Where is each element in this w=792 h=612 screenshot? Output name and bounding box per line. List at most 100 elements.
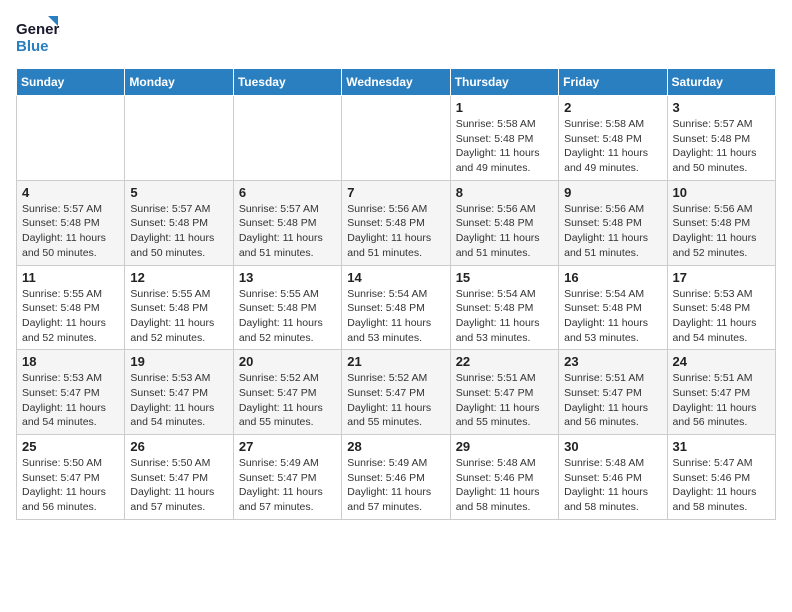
day-info: Sunrise: 5:52 AM Sunset: 5:47 PM Dayligh…	[239, 371, 336, 430]
calendar-cell: 14 Sunrise: 5:54 AM Sunset: 5:48 PM Dayli…	[342, 265, 450, 350]
calendar-cell: 17 Sunrise: 5:53 AM Sunset: 5:48 PM Dayli…	[667, 265, 775, 350]
day-info: Sunrise: 5:56 AM Sunset: 5:48 PM Dayligh…	[564, 202, 661, 261]
calendar-week-row: 4 Sunrise: 5:57 AM Sunset: 5:48 PM Daylig…	[17, 180, 776, 265]
day-of-week-header: Thursday	[450, 69, 558, 96]
day-number: 30	[564, 439, 661, 454]
day-number: 15	[456, 270, 553, 285]
calendar-cell: 24 Sunrise: 5:51 AM Sunset: 5:47 PM Dayli…	[667, 350, 775, 435]
calendar-cell: 29Sunrise: 5:48 AM Sunset: 5:46 PM Dayli…	[450, 435, 558, 520]
day-info: Sunrise: 5:47 AM Sunset: 5:46 PM Dayligh…	[673, 456, 770, 515]
day-number: 16	[564, 270, 661, 285]
calendar-cell: 3Sunrise: 5:57 AM Sunset: 5:48 PM Daylig…	[667, 96, 775, 181]
calendar-cell: 20 Sunrise: 5:52 AM Sunset: 5:47 PM Dayli…	[233, 350, 341, 435]
calendar-cell: 28 Sunrise: 5:49 AM Sunset: 5:46 PM Dayli…	[342, 435, 450, 520]
calendar-cell: 16 Sunrise: 5:54 AM Sunset: 5:48 PM Dayli…	[559, 265, 667, 350]
calendar-cell: 2 Sunrise: 5:58 AM Sunset: 5:48 PM Daylig…	[559, 96, 667, 181]
calendar-cell: 13 Sunrise: 5:55 AM Sunset: 5:48 PM Dayli…	[233, 265, 341, 350]
day-info: Sunrise: 5:56 AM Sunset: 5:48 PM Dayligh…	[347, 202, 444, 261]
day-number: 14	[347, 270, 444, 285]
day-number: 8	[456, 185, 553, 200]
day-info: Sunrise: 5:55 AM Sunset: 5:48 PM Dayligh…	[22, 287, 119, 346]
calendar-cell: 10 Sunrise: 5:56 AM Sunset: 5:48 PM Dayli…	[667, 180, 775, 265]
day-info: Sunrise: 5:48 AM Sunset: 5:46 PM Dayligh…	[564, 456, 661, 515]
day-number: 28	[347, 439, 444, 454]
day-info: Sunrise: 5:53 AM Sunset: 5:47 PM Dayligh…	[130, 371, 227, 430]
day-of-week-header: Friday	[559, 69, 667, 96]
day-number: 10	[673, 185, 770, 200]
calendar-cell	[233, 96, 341, 181]
calendar-cell: 6 Sunrise: 5:57 AM Sunset: 5:48 PM Daylig…	[233, 180, 341, 265]
calendar-cell: 9Sunrise: 5:56 AM Sunset: 5:48 PM Daylig…	[559, 180, 667, 265]
calendar-cell: 7Sunrise: 5:56 AM Sunset: 5:48 PM Daylig…	[342, 180, 450, 265]
day-number: 6	[239, 185, 336, 200]
day-number: 22	[456, 354, 553, 369]
day-number: 23	[564, 354, 661, 369]
day-info: Sunrise: 5:50 AM Sunset: 5:47 PM Dayligh…	[130, 456, 227, 515]
day-info: Sunrise: 5:57 AM Sunset: 5:48 PM Dayligh…	[239, 202, 336, 261]
day-info: Sunrise: 5:55 AM Sunset: 5:48 PM Dayligh…	[130, 287, 227, 346]
day-number: 31	[673, 439, 770, 454]
day-info: Sunrise: 5:56 AM Sunset: 5:48 PM Dayligh…	[673, 202, 770, 261]
day-info: Sunrise: 5:54 AM Sunset: 5:48 PM Dayligh…	[456, 287, 553, 346]
calendar-week-row: 1 Sunrise: 5:58 AM Sunset: 5:48 PM Daylig…	[17, 96, 776, 181]
day-info: Sunrise: 5:51 AM Sunset: 5:47 PM Dayligh…	[456, 371, 553, 430]
day-of-week-header: Wednesday	[342, 69, 450, 96]
calendar-cell: 1 Sunrise: 5:58 AM Sunset: 5:48 PM Daylig…	[450, 96, 558, 181]
day-info: Sunrise: 5:53 AM Sunset: 5:47 PM Dayligh…	[22, 371, 119, 430]
day-number: 2	[564, 100, 661, 115]
calendar-cell	[17, 96, 125, 181]
calendar-cell: 12 Sunrise: 5:55 AM Sunset: 5:48 PM Dayli…	[125, 265, 233, 350]
day-number: 27	[239, 439, 336, 454]
day-number: 17	[673, 270, 770, 285]
calendar-table: SundayMondayTuesdayWednesdayThursdayFrid…	[16, 68, 776, 520]
calendar-cell	[125, 96, 233, 181]
day-info: Sunrise: 5:50 AM Sunset: 5:47 PM Dayligh…	[22, 456, 119, 515]
day-info: Sunrise: 5:53 AM Sunset: 5:48 PM Dayligh…	[673, 287, 770, 346]
day-number: 26	[130, 439, 227, 454]
logo-svg: General Blue	[16, 16, 60, 56]
calendar-cell: 31 Sunrise: 5:47 AM Sunset: 5:46 PM Dayli…	[667, 435, 775, 520]
day-number: 11	[22, 270, 119, 285]
calendar-cell: 18 Sunrise: 5:53 AM Sunset: 5:47 PM Dayli…	[17, 350, 125, 435]
day-of-week-header: Saturday	[667, 69, 775, 96]
calendar-cell: 26 Sunrise: 5:50 AM Sunset: 5:47 PM Dayli…	[125, 435, 233, 520]
day-info: Sunrise: 5:54 AM Sunset: 5:48 PM Dayligh…	[347, 287, 444, 346]
calendar-cell: 8Sunrise: 5:56 AM Sunset: 5:48 PM Daylig…	[450, 180, 558, 265]
calendar-cell: 4Sunrise: 5:57 AM Sunset: 5:48 PM Daylig…	[17, 180, 125, 265]
day-info: Sunrise: 5:54 AM Sunset: 5:48 PM Dayligh…	[564, 287, 661, 346]
day-number: 18	[22, 354, 119, 369]
day-info: Sunrise: 5:55 AM Sunset: 5:48 PM Dayligh…	[239, 287, 336, 346]
day-number: 13	[239, 270, 336, 285]
day-info: Sunrise: 5:51 AM Sunset: 5:47 PM Dayligh…	[673, 371, 770, 430]
calendar-header: SundayMondayTuesdayWednesdayThursdayFrid…	[17, 69, 776, 96]
day-info: Sunrise: 5:49 AM Sunset: 5:46 PM Dayligh…	[347, 456, 444, 515]
calendar-week-row: 25 Sunrise: 5:50 AM Sunset: 5:47 PM Dayli…	[17, 435, 776, 520]
calendar-cell: 5 Sunrise: 5:57 AM Sunset: 5:48 PM Daylig…	[125, 180, 233, 265]
day-info: Sunrise: 5:49 AM Sunset: 5:47 PM Dayligh…	[239, 456, 336, 515]
day-number: 25	[22, 439, 119, 454]
calendar-cell: 30 Sunrise: 5:48 AM Sunset: 5:46 PM Dayli…	[559, 435, 667, 520]
calendar-cell: 11 Sunrise: 5:55 AM Sunset: 5:48 PM Dayli…	[17, 265, 125, 350]
day-number: 20	[239, 354, 336, 369]
day-number: 1	[456, 100, 553, 115]
day-number: 12	[130, 270, 227, 285]
calendar-cell: 25 Sunrise: 5:50 AM Sunset: 5:47 PM Dayli…	[17, 435, 125, 520]
day-number: 5	[130, 185, 227, 200]
day-number: 19	[130, 354, 227, 369]
day-info: Sunrise: 5:58 AM Sunset: 5:48 PM Dayligh…	[456, 117, 553, 176]
calendar-cell: 23Sunrise: 5:51 AM Sunset: 5:47 PM Dayli…	[559, 350, 667, 435]
day-number: 4	[22, 185, 119, 200]
logo: General Blue	[16, 16, 60, 56]
day-of-week-header: Monday	[125, 69, 233, 96]
day-number: 21	[347, 354, 444, 369]
logo-container: General Blue	[16, 16, 60, 56]
svg-text:General: General	[16, 21, 60, 38]
calendar-body: 1 Sunrise: 5:58 AM Sunset: 5:48 PM Daylig…	[17, 96, 776, 520]
day-number: 24	[673, 354, 770, 369]
page-header: General Blue	[16, 16, 776, 56]
day-info: Sunrise: 5:52 AM Sunset: 5:47 PM Dayligh…	[347, 371, 444, 430]
day-info: Sunrise: 5:58 AM Sunset: 5:48 PM Dayligh…	[564, 117, 661, 176]
calendar-week-row: 11 Sunrise: 5:55 AM Sunset: 5:48 PM Dayli…	[17, 265, 776, 350]
day-info: Sunrise: 5:57 AM Sunset: 5:48 PM Dayligh…	[130, 202, 227, 261]
calendar-cell	[342, 96, 450, 181]
